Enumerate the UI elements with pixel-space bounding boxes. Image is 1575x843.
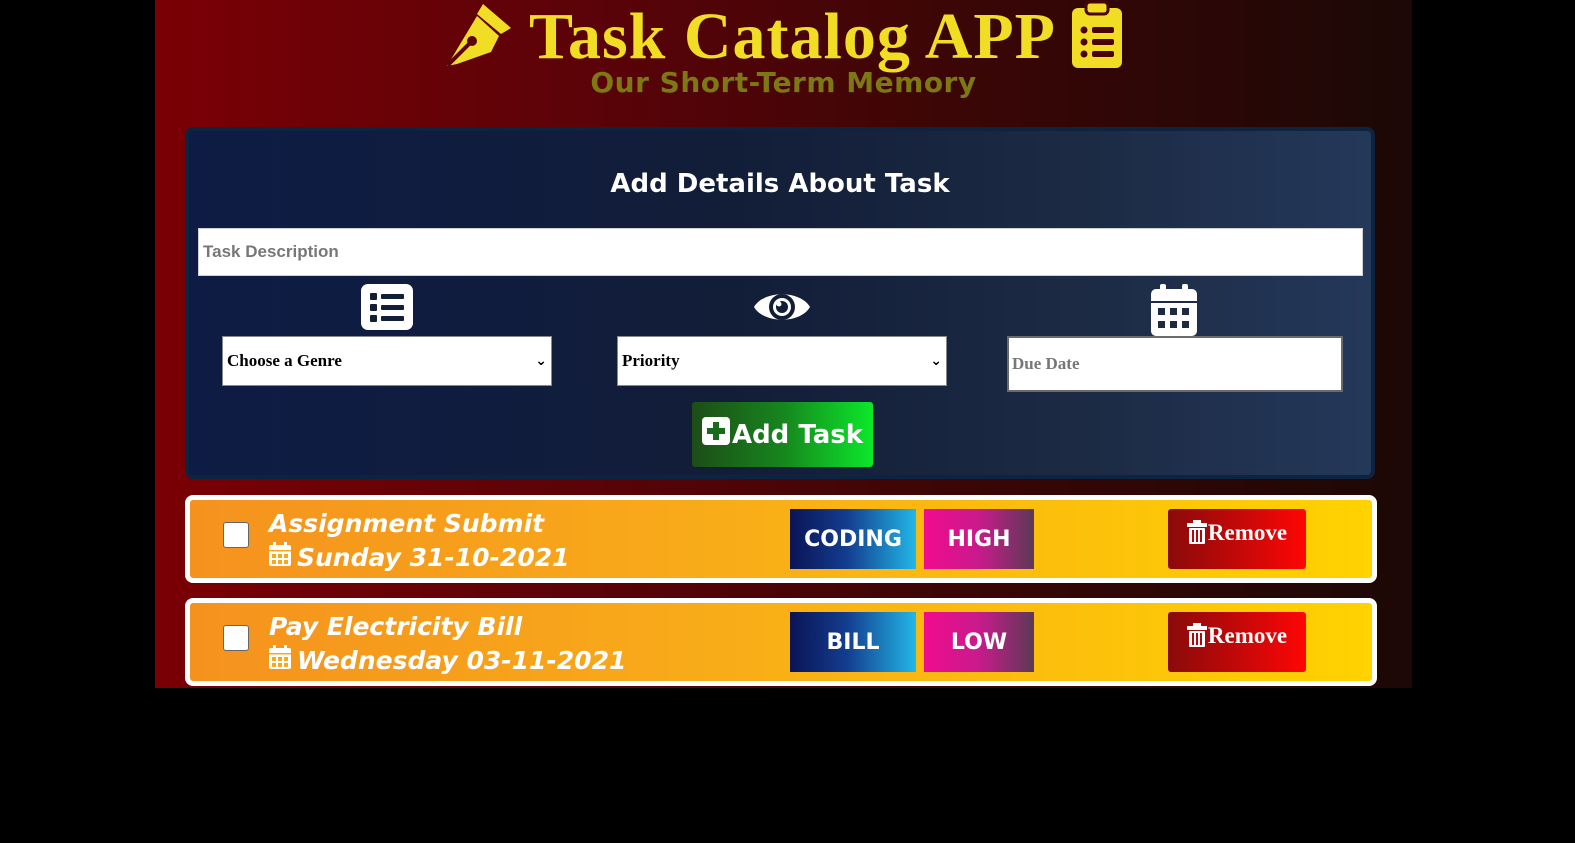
priority-select-value: Priority — [622, 351, 680, 370]
app-container: Task Catalog APP Our Short-Term Memory A… — [155, 0, 1412, 688]
task-item: Assignment Submit Sunday 31-10-2021 CODI… — [185, 495, 1377, 583]
task-date-text: Sunday 31-10-2021 — [297, 542, 570, 572]
genre-badge: CODING — [790, 509, 916, 569]
calendar-icon — [269, 542, 291, 572]
trash-icon — [1186, 520, 1207, 550]
priority-badge: LOW — [924, 612, 1034, 672]
remove-task-button[interactable]: Remove — [1168, 612, 1306, 672]
title-row: Task Catalog APP — [155, 0, 1412, 74]
due-date-input[interactable] — [1007, 336, 1343, 392]
eye-icon — [752, 284, 812, 335]
calendar-icon — [269, 645, 291, 675]
add-task-label: Add Task — [731, 419, 864, 450]
plus-square-icon — [701, 417, 730, 452]
remove-task-button[interactable]: Remove — [1168, 509, 1306, 569]
task-complete-checkbox[interactable] — [223, 522, 249, 548]
chevron-down-icon: ⌄ — [930, 353, 942, 369]
task-name: Pay Electricity Bill — [269, 612, 523, 641]
priority-badge: HIGH — [924, 509, 1034, 569]
pen-nib-icon — [443, 0, 515, 75]
app-subtitle: Our Short-Term Memory — [590, 66, 977, 99]
app-title: Task Catalog APP — [529, 0, 1056, 73]
trash-icon — [1186, 623, 1207, 653]
genre-select[interactable]: Choose a Genre ⌄ — [222, 336, 552, 386]
list-icon — [361, 284, 413, 335]
form-title: Add Details About Task — [610, 169, 950, 199]
chevron-down-icon: ⌄ — [535, 353, 547, 369]
add-task-button[interactable]: Add Task — [692, 402, 873, 467]
header: Task Catalog APP Our Short-Term Memory — [155, 0, 1412, 110]
add-task-form: Add Details About Task Choose a Genre ⌄ — [185, 127, 1375, 479]
task-date: Wednesday 03-11-2021 — [269, 645, 626, 675]
task-complete-checkbox[interactable] — [223, 625, 249, 651]
calendar-icon — [1151, 284, 1197, 341]
clipboard-list-icon — [1070, 0, 1124, 75]
due-date-field — [1007, 284, 1343, 396]
priority-select[interactable]: Priority ⌄ — [617, 336, 947, 386]
priority-field: Priority ⌄ — [617, 284, 947, 396]
task-date: Sunday 31-10-2021 — [269, 542, 570, 572]
task-name: Assignment Submit — [269, 509, 545, 538]
remove-label: Remove — [1207, 623, 1288, 648]
task-date-text: Wednesday 03-11-2021 — [297, 645, 627, 675]
genre-field: Choose a Genre ⌄ — [222, 284, 552, 396]
remove-label: Remove — [1207, 520, 1288, 545]
genre-badge: BILL — [790, 612, 916, 672]
task-description-input[interactable] — [198, 228, 1363, 276]
task-item: Pay Electricity Bill Wednesday 03-11-202… — [185, 598, 1377, 686]
genre-select-value: Choose a Genre — [227, 351, 342, 370]
